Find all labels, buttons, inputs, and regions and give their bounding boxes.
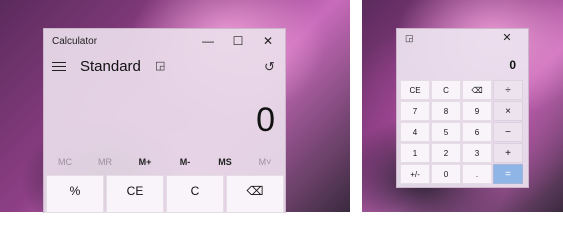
memory-clear-button[interactable]: MC: [45, 153, 85, 171]
keypad-standard: % CE C ⌫: [46, 175, 284, 213]
history-icon[interactable]: ↺: [264, 59, 275, 75]
close-button[interactable]: ✕: [253, 31, 283, 51]
keep-on-top-icon[interactable]: ◲: [405, 33, 414, 44]
clear-entry-button[interactable]: CE: [106, 175, 164, 213]
mode-title: Standard: [80, 58, 141, 75]
multiply-button[interactable]: ×: [493, 101, 523, 121]
minimize-button[interactable]: —: [193, 31, 223, 51]
calculator-window-standard: Calculator — ☐ ✕ Standard ◲ ↺ 0 MC MR M+…: [43, 28, 286, 213]
divide-button[interactable]: ÷: [493, 80, 523, 100]
add-button[interactable]: +: [493, 143, 523, 163]
memory-subtract-button[interactable]: M-: [165, 153, 205, 171]
percent-button[interactable]: %: [46, 175, 104, 213]
clear-button[interactable]: C: [166, 175, 224, 213]
backspace-button[interactable]: ⌫: [462, 80, 492, 100]
clear-button[interactable]: C: [431, 80, 461, 100]
digit-4-button[interactable]: 4: [400, 122, 430, 142]
subtract-button[interactable]: −: [493, 122, 523, 142]
equals-button[interactable]: =: [493, 164, 523, 184]
memory-store-button[interactable]: MS: [205, 153, 245, 171]
digit-8-button[interactable]: 8: [431, 101, 461, 121]
negate-button[interactable]: +/-: [400, 164, 430, 184]
digit-5-button[interactable]: 5: [431, 122, 461, 142]
digit-7-button[interactable]: 7: [400, 101, 430, 121]
digit-9-button[interactable]: 9: [462, 101, 492, 121]
memory-list-button[interactable]: M˅: [245, 153, 285, 171]
divider: [350, 0, 362, 212]
clear-entry-button[interactable]: CE: [400, 80, 430, 100]
digit-3-button[interactable]: 3: [462, 143, 492, 163]
window-title: Calculator: [52, 36, 98, 47]
calculator-display: 0: [509, 58, 516, 72]
memory-row: MC MR M+ M- MS M˅: [44, 153, 285, 171]
keep-on-top-icon[interactable]: ◲: [155, 59, 165, 72]
close-button[interactable]: ✕: [498, 31, 516, 44]
calculator-window-compact: ◲ ✕ 0 CE C ⌫ ÷ 7 8 9 × 4 5 6−1 2 3 + +/- 0. =: [396, 28, 529, 188]
calculator-display: 0: [256, 101, 275, 139]
title-bar: Calculator — ☐ ✕: [44, 29, 285, 53]
hamburger-icon[interactable]: [52, 62, 66, 72]
digit-2-button[interactable]: 2: [431, 143, 461, 163]
keypad-compact: CE C ⌫ ÷ 7 8 9 × 4 5 6− 1 2 3 + +/- 0. =: [400, 80, 525, 186]
memory-add-button[interactable]: M+: [125, 153, 165, 171]
decimal-button[interactable]: .: [462, 164, 492, 184]
digit-0-button[interactable]: 0: [431, 164, 461, 184]
digit-6-button[interactable]: 6: [462, 122, 492, 142]
backspace-button[interactable]: ⌫: [226, 175, 284, 213]
maximize-button[interactable]: ☐: [223, 31, 253, 51]
memory-recall-button[interactable]: MR: [85, 153, 125, 171]
digit-1-button[interactable]: 1: [400, 143, 430, 163]
